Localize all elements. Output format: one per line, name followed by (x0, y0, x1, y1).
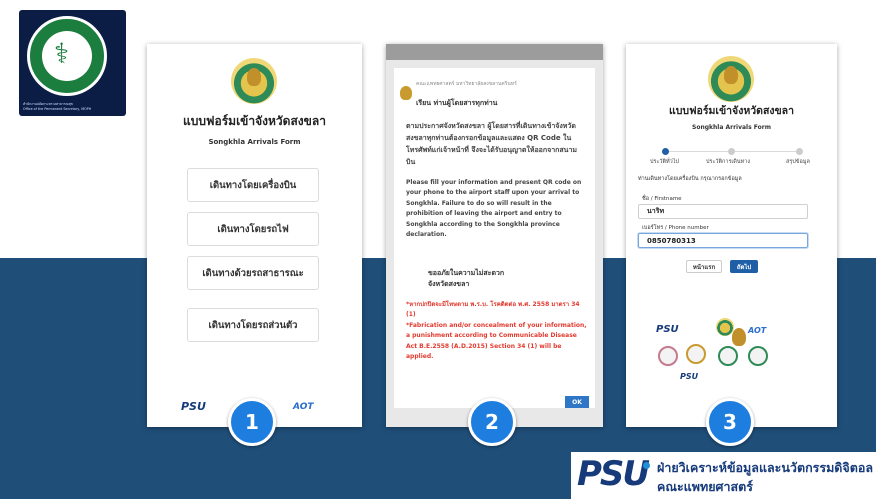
apology-text: ขออภัยในความไม่สะดวก (428, 269, 505, 277)
warning-english: *Fabrication and/or concealment of your … (406, 321, 587, 361)
songkhla-crest-icon (708, 56, 754, 102)
option-private-car-button[interactable]: เดินทางโดยรถส่วนตัว (187, 308, 319, 342)
instruction-text: ท่านเดินทางโดยเครื่องบิน กรุณากรอกข้อมูล (638, 176, 742, 182)
phone-screen-travel-mode: แบบฟอร์มเข้าจังหวัดสงขลา Songkhla Arriva… (147, 44, 362, 427)
phone-screen-notice: คณะแพทยศาสตร์ มหาวิทยาลัยสงขลานครินทร์ เ… (386, 44, 603, 427)
step-dot-2 (728, 148, 735, 155)
psu-logo: PSU (181, 400, 206, 413)
form-subtitle: Songkhla Arrivals Form (692, 124, 771, 131)
step-badge-1: 1 (228, 398, 276, 446)
step-badge-2: 2 (468, 398, 516, 446)
warning-thai: *หากปกปิดจะมีโทษตาม พ.ร.บ. โรคติดต่อ พ.ศ… (406, 301, 580, 319)
notice-dialog: คณะแพทยศาสตร์ มหาวิทยาลัยสงขลานครินทร์ เ… (394, 68, 595, 408)
banner-line1: ฝ่ายวิเคราะห์ข้อมูลและนวัตกรรมดิจิตอล (657, 460, 874, 475)
form-title: แบบฟอร์มเข้าจังหวัดสงขลา (183, 114, 326, 128)
signature-text: จังหวัดสงขลา (428, 280, 470, 288)
form-title: แบบฟอร์มเข้าจังหวัดสงขลา (668, 105, 795, 117)
dialog-organization: คณะแพทยศาสตร์ มหาวิทยาลัยสงขลานครินทร์ (416, 81, 517, 87)
psu-banner-logo: PSU (577, 454, 650, 494)
step-dot-1 (662, 148, 669, 155)
phone-label: เบอร์โทร / Phone number (642, 225, 709, 231)
psu-logo: PSU (656, 324, 679, 335)
step-badge-3: 3 (706, 398, 754, 446)
progress-steps (648, 146, 814, 156)
home-button[interactable]: หน้าแรก (686, 260, 722, 273)
ministry-logo: ⚕ สำนักงานปลัดกระทรวงสาธารณสุข Office of… (19, 10, 126, 116)
banner-line2: คณะแพทยศาสตร์ (657, 479, 753, 494)
aot-logo: AOT (293, 402, 314, 412)
step-dot-3 (796, 148, 803, 155)
songkhla-crest-small-icon (716, 318, 746, 346)
logo-dot-icon (643, 462, 650, 469)
next-button[interactable]: ถัดไป (730, 260, 758, 273)
firstname-field[interactable]: นาริท (638, 204, 808, 219)
aot-logo: AOT (748, 326, 767, 335)
faculty-emblem-icon (400, 86, 412, 100)
penalty-warning: *หากปกปิดจะมีโทษตาม พ.ร.บ. โรคติดต่อ พ.ศ… (406, 300, 588, 362)
phone-number-field[interactable]: 0850780313 (638, 233, 808, 248)
ok-button[interactable]: OK (565, 396, 589, 408)
songkhla-crest-icon (231, 58, 277, 104)
footer-psu-logo: PSU (680, 372, 699, 381)
seal-2-icon (686, 344, 706, 364)
notice-thai: ตามประกาศจังหวัดสงขลา ผู้โดยสารที่เดินทา… (406, 122, 577, 166)
dialog-signoff: ขออภัยในความไม่สะดวก จังหวัดสงขลา (428, 268, 504, 290)
option-train-button[interactable]: เดินทางโดยรถไฟ (187, 212, 319, 246)
seal-1-icon (658, 346, 678, 366)
slide: ⚕ สำนักงานปลัดกระทรวงสาธารณสุข Office of… (0, 0, 876, 499)
step-label-travel: ประวัติการเดินทาง (706, 159, 751, 165)
step-label-general: ประวัติทั่วไป (650, 159, 680, 165)
step-label-summary: สรุปข้อมูล (786, 159, 810, 165)
dialog-salutation: เรียน ท่านผู้โดยสารทุกท่าน (416, 99, 498, 107)
caduceus-icon: ⚕ (54, 37, 70, 70)
firstname-label: ชื่อ / Firstname (642, 196, 682, 202)
phone-screen-personal-info: แบบฟอร์มเข้าจังหวัดสงขลา Songkhla Arriva… (626, 44, 837, 427)
option-public-transport-button[interactable]: เดินทางด้วยรถสาธารณะ (187, 256, 319, 290)
seal-3-icon (718, 346, 738, 366)
ministry-emblem: ⚕ (27, 16, 107, 96)
notice-english: Please fill your information and present… (406, 179, 582, 239)
logo-caption-line2: Office of the Permanent Secretary, MOPH (23, 107, 92, 111)
status-bar (386, 44, 603, 60)
psu-banner: PSU ฝ่ายวิเคราะห์ข้อมูลและนวัตกรรมดิจิตอ… (571, 452, 876, 499)
seal-4-icon (748, 346, 768, 366)
option-airplane-button[interactable]: เดินทางโดยเครื่องบิน (187, 168, 319, 202)
form-subtitle: Songkhla Arrivals Form (208, 138, 301, 146)
